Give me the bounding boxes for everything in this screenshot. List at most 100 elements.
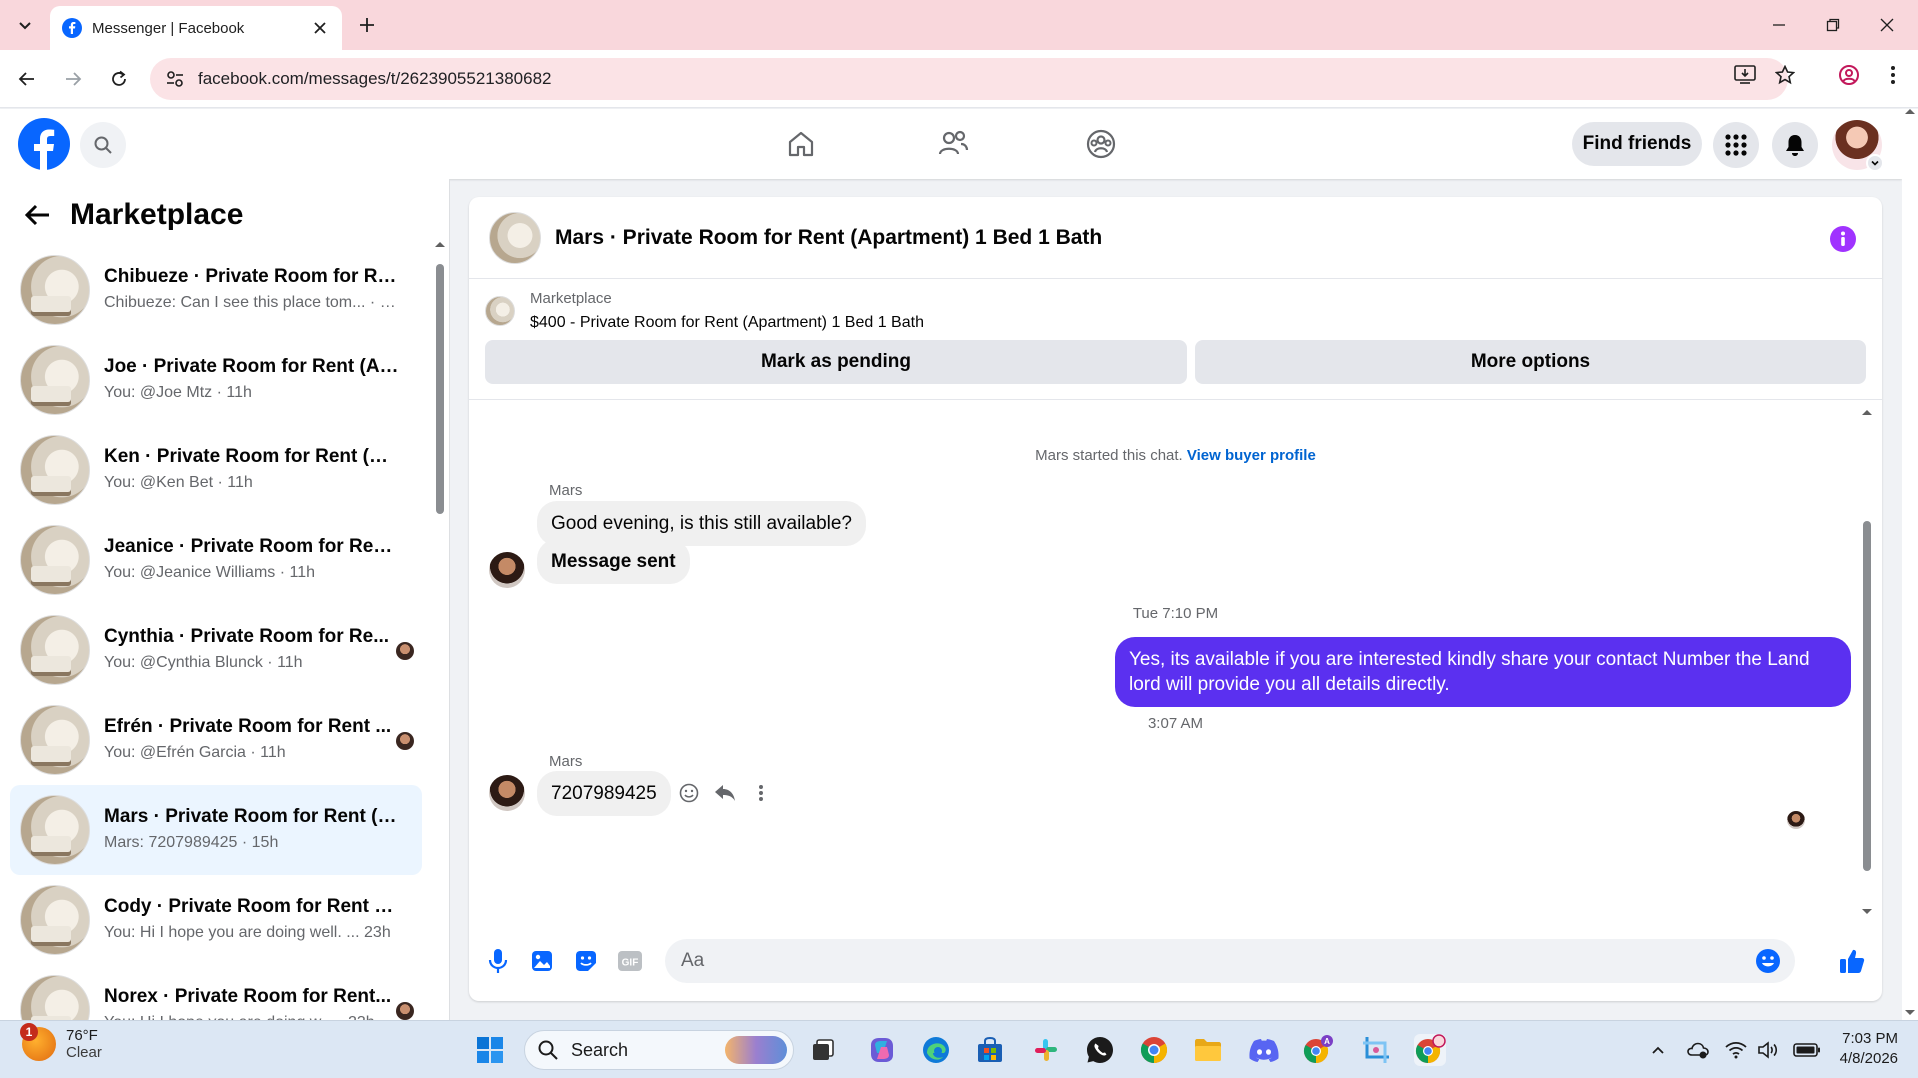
battery-icon[interactable] [1792, 1038, 1822, 1062]
profile-avatar[interactable] [1832, 120, 1884, 172]
chat-panel: Mars · Private Room for Rent (Apartment)… [469, 197, 1882, 1001]
facebook-logo-icon[interactable] [18, 118, 70, 170]
scroll-down-arrow-icon[interactable] [1860, 907, 1874, 917]
microphone-icon[interactable] [483, 946, 513, 976]
chat-scrollbar[interactable] [1860, 407, 1874, 917]
menu-grid-icon[interactable] [1713, 122, 1759, 168]
groups-icon[interactable] [1080, 123, 1122, 165]
copilot-365-icon[interactable] [866, 1034, 898, 1066]
scroll-up-arrow-icon[interactable] [433, 239, 447, 249]
back-arrow-icon[interactable] [24, 201, 52, 229]
listing-thumbnail [20, 345, 90, 415]
like-thumb-icon[interactable] [1837, 946, 1867, 976]
mark-as-pending-button[interactable]: Mark as pending [485, 340, 1187, 384]
microsoft-store-icon[interactable] [974, 1034, 1006, 1066]
friends-icon[interactable] [932, 123, 974, 165]
chrome-profile-a-icon[interactable]: A [1302, 1034, 1334, 1066]
address-bar[interactable]: facebook.com/messages/t/2623905521380682 [150, 58, 1788, 100]
conversation-item[interactable]: Cynthia · Private Room for Re... You: @Cy… [10, 605, 422, 695]
view-buyer-profile-link[interactable]: View buyer profile [1187, 447, 1316, 464]
listing-thumbnail [20, 435, 90, 505]
sidebar-scrollbar[interactable] [433, 239, 447, 1019]
forward-arrow-icon[interactable] [58, 64, 88, 94]
scroll-down-arrow-icon[interactable] [1902, 1007, 1918, 1019]
start-windows-icon[interactable] [474, 1034, 506, 1066]
facebook-search-icon[interactable] [80, 122, 126, 168]
conversation-item[interactable]: Jeanice · Private Room for Rent (... You:… [10, 515, 422, 605]
conversation-item[interactable]: Cody · Private Room for Rent (A... You: H… [10, 875, 422, 965]
search-icon [538, 1040, 558, 1060]
system-clock[interactable]: 7:03 PM 4/8/2026 [1840, 1029, 1898, 1069]
message-input[interactable]: Aa [665, 939, 1795, 983]
listing-thumbnail-small[interactable] [485, 296, 515, 326]
listing-thumbnail[interactable] [489, 211, 541, 264]
photo-attach-icon[interactable] [527, 946, 557, 976]
page-scrollbar[interactable] [1902, 109, 1918, 1020]
incoming-message[interactable]: 7207989425 [537, 771, 671, 816]
sticker-icon[interactable] [571, 946, 601, 976]
chrome-active-icon[interactable] [1414, 1034, 1446, 1066]
minimize-icon[interactable] [1766, 12, 1792, 38]
scroll-up-arrow-icon[interactable] [1902, 105, 1918, 117]
conversation-item[interactable]: Ken · Private Room for Rent (Ap... You: @… [10, 425, 422, 515]
back-arrow-icon[interactable] [12, 64, 42, 94]
chat-title[interactable]: Mars · Private Room for Rent (Apartment)… [555, 226, 1102, 250]
show-hidden-icons-chevron-icon[interactable] [1646, 1038, 1670, 1062]
scroll-up-arrow-icon[interactable] [1860, 407, 1874, 417]
conversation-item[interactable]: Joe · Private Room for Rent (Ap... You: @… [10, 335, 422, 425]
new-tab-plus-icon[interactable] [354, 12, 380, 38]
conversation-preview: You: @Cynthia Blunck · 11h [104, 654, 303, 671]
tab-title: Messenger | Facebook [92, 19, 245, 37]
scrollbar-thumb[interactable] [1863, 521, 1871, 871]
browser-menu-icon[interactable] [1880, 62, 1906, 88]
install-app-icon[interactable] [1732, 62, 1758, 88]
wifi-icon[interactable] [1724, 1038, 1748, 1062]
sender-avatar[interactable] [489, 775, 525, 811]
edge-browser-icon[interactable] [920, 1034, 952, 1066]
more-dots-icon[interactable] [749, 781, 773, 805]
close-window-icon[interactable] [1874, 12, 1900, 38]
find-friends-button[interactable]: Find friends [1572, 122, 1702, 166]
discord-icon[interactable] [1248, 1034, 1280, 1066]
conversation-item[interactable]: Norex · Private Room for Rent... You: Hi … [10, 965, 422, 1020]
read-receipt-avatar [1787, 811, 1805, 829]
notifications-bell-icon[interactable] [1772, 122, 1818, 168]
weather-widget[interactable]: 1 76°F Clear [20, 1023, 102, 1061]
emoji-icon[interactable] [1755, 948, 1781, 974]
conversation-name: Cynthia · Private Room for Re... [104, 626, 390, 647]
browser-tab-bar: Messenger | Facebook [0, 0, 1918, 50]
slack-icon[interactable] [1030, 1034, 1062, 1066]
incoming-message[interactable]: Message sent [537, 539, 690, 584]
file-explorer-icon[interactable] [1192, 1034, 1224, 1066]
task-view-icon[interactable] [808, 1034, 840, 1066]
volume-icon[interactable] [1756, 1038, 1780, 1062]
browser-tab[interactable]: Messenger | Facebook [50, 6, 342, 50]
conversation-item[interactable]: Chibueze · Private Room for Ren... Chibue… [10, 245, 422, 335]
conversation-item[interactable]: Efrén · Private Room for Rent ... You: @E… [10, 695, 422, 785]
react-emoji-icon[interactable] [677, 781, 701, 805]
sender-avatar[interactable] [489, 552, 525, 588]
gif-icon[interactable]: GIF [615, 946, 645, 976]
facebook-favicon-icon [62, 18, 82, 38]
more-options-button[interactable]: More options [1195, 340, 1866, 384]
reply-icon[interactable] [713, 781, 737, 805]
home-icon[interactable] [780, 123, 822, 165]
close-tab-icon[interactable] [310, 18, 330, 38]
onedrive-status-icon[interactable] [1686, 1038, 1710, 1062]
bookmark-star-icon[interactable] [1772, 62, 1798, 88]
reload-icon[interactable] [104, 64, 134, 94]
outgoing-message[interactable]: Yes, its available if you are interested… [1115, 637, 1851, 707]
whatsapp-icon[interactable] [1084, 1034, 1116, 1066]
profile-account-icon[interactable] [1836, 62, 1862, 88]
chevron-down-icon[interactable] [1866, 154, 1884, 172]
info-icon[interactable] [1830, 226, 1856, 252]
taskbar-search[interactable]: Search [524, 1030, 794, 1070]
listing-title[interactable]: $400 - Private Room for Rent (Apartment)… [530, 314, 924, 332]
site-settings-icon[interactable] [164, 68, 186, 90]
scrollbar-thumb[interactable] [436, 264, 444, 514]
restore-icon[interactable] [1820, 12, 1846, 38]
chrome-icon[interactable] [1138, 1034, 1170, 1066]
conversation-item-active[interactable]: Mars · Private Room for Rent (A... Mars: … [10, 785, 422, 875]
snipping-tool-icon[interactable] [1360, 1034, 1392, 1066]
tab-search-chevron-icon[interactable] [12, 12, 38, 38]
